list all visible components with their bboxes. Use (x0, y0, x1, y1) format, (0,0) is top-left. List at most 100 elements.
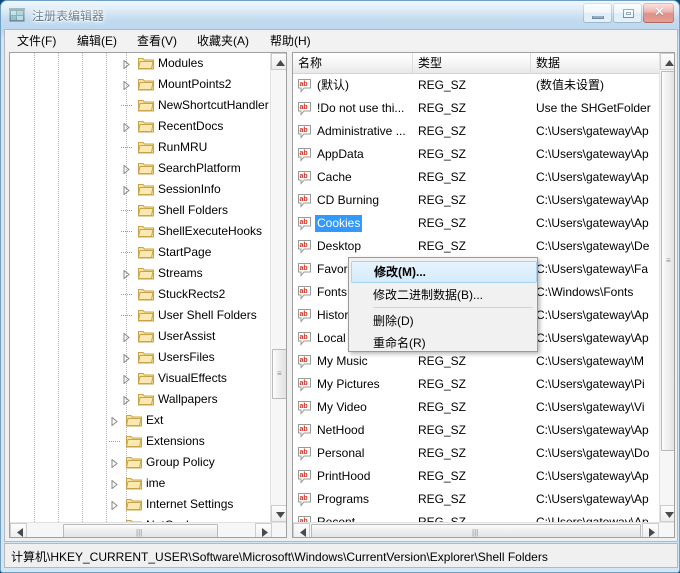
value-row[interactable]: ab My Pictures REG_SZ C:\Users\gateway\Pi (293, 373, 659, 396)
value-name[interactable]: Desktop (315, 238, 363, 255)
expand-chevron-right-icon[interactable] (122, 186, 131, 195)
expand-chevron-right-icon[interactable] (122, 81, 131, 90)
tree-item-ext[interactable]: Ext (10, 410, 270, 431)
value-name[interactable]: NetHood (315, 422, 366, 439)
tree-item-startpage[interactable]: StartPage (10, 242, 270, 263)
value-name[interactable]: Personal (315, 445, 366, 462)
expand-chevron-right-icon[interactable] (110, 480, 119, 489)
tree-scroll-down-button[interactable] (271, 505, 286, 522)
expand-chevron-right-icon[interactable] (122, 60, 131, 69)
tree-item-sessioninfo[interactable]: SessionInfo (10, 179, 270, 200)
value-name[interactable]: Administrative ... (315, 123, 408, 140)
list-vertical-scrollbar[interactable]: ≡ (659, 53, 674, 522)
tree-item-shellexecutehooks[interactable]: ShellExecuteHooks (10, 221, 270, 242)
expand-chevron-right-icon[interactable] (110, 417, 119, 426)
context-menu-item-1[interactable]: 修改二进制数据(B)... (351, 284, 537, 306)
value-row[interactable]: ab Programs REG_SZ C:\Users\gateway\Ap (293, 488, 659, 511)
value-row[interactable]: ab Personal REG_SZ C:\Users\gateway\Do (293, 442, 659, 465)
expand-chevron-right-icon[interactable] (110, 459, 119, 468)
value-row[interactable]: ab My Video REG_SZ C:\Users\gateway\Vi (293, 396, 659, 419)
value-row[interactable]: ab !Do not use thi... REG_SZ Use the SHGetF… (293, 97, 659, 120)
tree-item-stuckrects2[interactable]: StuckRects2 (10, 284, 270, 305)
expand-chevron-right-icon[interactable] (122, 165, 131, 174)
value-name[interactable]: Cache (315, 169, 354, 186)
tree-item-streams[interactable]: Streams (10, 263, 270, 284)
list-scroll-right-button[interactable] (642, 523, 659, 537)
tree-item-shell-folders[interactable]: Shell Folders (10, 200, 270, 221)
tree-item-runmru[interactable]: RunMRU (10, 137, 270, 158)
list-scroll-up-button[interactable] (660, 53, 674, 70)
menu-item-4[interactable]: 帮助(H) (264, 32, 317, 50)
context-menu-item-0[interactable]: 修改(M)... (351, 261, 537, 283)
value-name[interactable]: AppData (315, 146, 366, 163)
expand-chevron-right-icon[interactable] (122, 123, 131, 132)
value-name[interactable]: My Pictures (315, 376, 382, 393)
value-name[interactable]: PrintHood (315, 468, 372, 485)
registry-tree-panel[interactable]: Modules MountPoints2 NewShortcutHandler Rec… (9, 52, 287, 538)
value-row[interactable]: ab NetHood REG_SZ C:\Users\gateway\Ap (293, 419, 659, 442)
expand-chevron-right-icon[interactable] (122, 354, 131, 363)
value-row[interactable]: ab Desktop REG_SZ C:\Users\gateway\De (293, 235, 659, 258)
value-name[interactable]: CD Burning (315, 192, 381, 209)
value-name[interactable]: My Video (315, 399, 369, 416)
tree-item-netcache[interactable]: NetCache (10, 515, 270, 522)
value-row[interactable]: ab Recent REG_SZ C:\Users\gateway\Ap (293, 511, 659, 522)
value-row[interactable]: ab Administrative ... REG_SZ C:\Users\gatew… (293, 120, 659, 143)
value-name[interactable]: Programs (315, 491, 371, 508)
list-hscroll-thumb[interactable]: ||| (311, 524, 641, 537)
menu-item-2[interactable]: 查看(V) (131, 32, 183, 50)
context-menu-item-2[interactable]: 删除(D) (351, 310, 537, 332)
column-header-1[interactable]: 类型 (413, 53, 531, 73)
tree-item-internet-settings[interactable]: Internet Settings (10, 494, 270, 515)
tree-hscroll-thumb[interactable]: ||| (63, 524, 218, 537)
maximize-button[interactable] (613, 3, 642, 23)
tree-item-wallpapers[interactable]: Wallpapers (10, 389, 270, 410)
tree-scroll-right-button[interactable] (255, 523, 272, 537)
value-name[interactable]: My Music (315, 353, 370, 370)
value-row[interactable]: ab Cookies REG_SZ C:\Users\gateway\Ap (293, 212, 659, 235)
expand-chevron-right-icon[interactable] (122, 375, 131, 384)
expand-chevron-right-icon[interactable] (122, 333, 131, 342)
column-header-0[interactable]: 名称 (293, 53, 413, 73)
context-menu[interactable]: 修改(M)... 修改二进制数据(B)... 删除(D) 重命名(R) (348, 257, 538, 352)
value-row[interactable]: ab Cache REG_SZ C:\Users\gateway\Ap (293, 166, 659, 189)
expand-chevron-right-icon[interactable] (122, 270, 131, 279)
value-name[interactable]: Recent (315, 514, 357, 522)
tree-horizontal-scrollbar[interactable]: ||| (10, 522, 286, 537)
tree-item-userassist[interactable]: UserAssist (10, 326, 270, 347)
tree-item-newshortcuthandler[interactable]: NewShortcutHandler (10, 95, 270, 116)
tree-item-mountpoints2[interactable]: MountPoints2 (10, 74, 270, 95)
value-name[interactable]: !Do not use thi... (315, 100, 406, 117)
expand-chevron-right-icon[interactable] (110, 501, 119, 510)
tree-item-usersfiles[interactable]: UsersFiles (10, 347, 270, 368)
value-row[interactable]: ab CD Burning REG_SZ C:\Users\gateway\Ap (293, 189, 659, 212)
list-scroll-thumb[interactable]: ≡ (661, 71, 674, 451)
value-name[interactable]: Fonts (315, 284, 349, 301)
tree-item-user-shell-folders[interactable]: User Shell Folders (10, 305, 270, 326)
tree-scroll-up-button[interactable] (271, 53, 286, 70)
tree-item-recentdocs[interactable]: RecentDocs (10, 116, 270, 137)
tree-item-visualeffects[interactable]: VisualEffects (10, 368, 270, 389)
tree-item-modules[interactable]: Modules (10, 53, 270, 74)
tree-vertical-scrollbar[interactable]: ≡ (270, 53, 286, 522)
tree-scroll-left-button[interactable] (10, 523, 27, 537)
menu-item-0[interactable]: 文件(F) (11, 32, 62, 50)
tree-item-group-policy[interactable]: Group Policy (10, 452, 270, 473)
list-scroll-down-button[interactable] (660, 505, 674, 522)
tree-scroll-thumb[interactable]: ≡ (272, 349, 286, 399)
value-row[interactable]: ab AppData REG_SZ C:\Users\gateway\Ap (293, 143, 659, 166)
value-name[interactable]: Cookies (315, 215, 363, 232)
list-scroll-left-button[interactable] (293, 523, 310, 537)
list-horizontal-scrollbar[interactable]: ||| (293, 522, 674, 537)
tree-item-ime[interactable]: ime (10, 473, 270, 494)
column-header-2[interactable]: 数据 (531, 53, 674, 73)
menu-item-3[interactable]: 收藏夹(A) (191, 32, 255, 50)
context-menu-item-3[interactable]: 重命名(R) (351, 332, 537, 354)
value-name[interactable]: (默认) (315, 77, 351, 94)
menu-item-1[interactable]: 编辑(E) (71, 32, 123, 50)
close-button[interactable]: ✕ (643, 3, 674, 23)
tree-item-searchplatform[interactable]: SearchPlatform (10, 158, 270, 179)
tree-item-extensions[interactable]: Extensions (10, 431, 270, 452)
expand-chevron-right-icon[interactable] (122, 396, 131, 405)
minimize-button[interactable] (583, 3, 612, 23)
